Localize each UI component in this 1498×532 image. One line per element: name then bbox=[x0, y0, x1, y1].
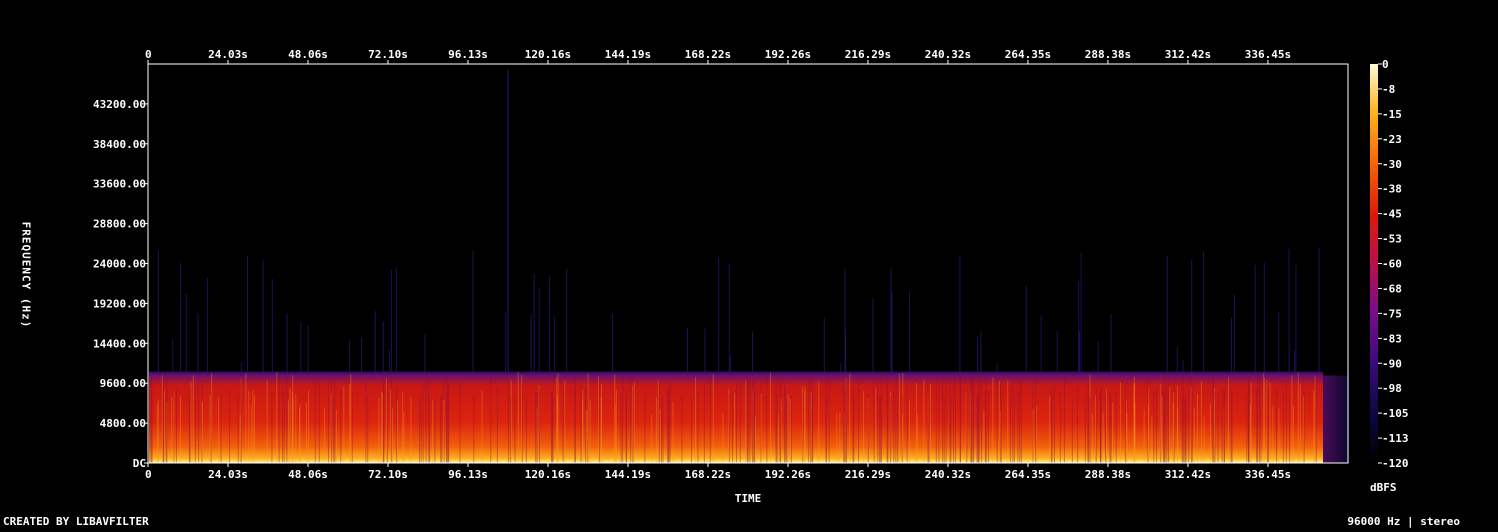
colorbar-tick-label: -53 bbox=[1382, 233, 1402, 246]
x-tick-label-bottom: 216.29s bbox=[845, 468, 891, 481]
colorbar-tick-label: -8 bbox=[1382, 83, 1395, 96]
y-tick-label: 19200.00 bbox=[93, 297, 146, 310]
sample-rate-info: 96000 Hz | stereo bbox=[1347, 515, 1460, 528]
y-tick-label: DC bbox=[133, 457, 146, 470]
x-tick-label-top: 0 bbox=[145, 48, 152, 61]
y-tick-label: 43200.00 bbox=[93, 98, 146, 111]
colorbar-tick-label: -113 bbox=[1382, 432, 1409, 445]
x-tick-label-bottom: 120.16s bbox=[525, 468, 571, 481]
y-tick-label: 9600.00 bbox=[100, 377, 146, 390]
x-tick-label-bottom: 336.45s bbox=[1245, 468, 1291, 481]
x-tick-label-top: 288.38s bbox=[1085, 48, 1131, 61]
x-tick-label-bottom: 312.42s bbox=[1165, 468, 1211, 481]
x-tick-label-bottom: 240.32s bbox=[925, 468, 971, 481]
colorbar-tick-label: -83 bbox=[1382, 332, 1402, 345]
colorbar-tick-label: -30 bbox=[1382, 158, 1402, 171]
colorbar-tick-label: -15 bbox=[1382, 108, 1402, 121]
x-tick-label-top: 96.13s bbox=[448, 48, 488, 61]
x-tick-label-bottom: 144.19s bbox=[605, 468, 651, 481]
x-tick-label-bottom: 72.10s bbox=[368, 468, 408, 481]
x-tick-label-top: 192.26s bbox=[765, 48, 811, 61]
x-tick-label-top: 120.16s bbox=[525, 48, 571, 61]
colorbar-tick-label: -98 bbox=[1382, 382, 1402, 395]
x-tick-label-top: 144.19s bbox=[605, 48, 651, 61]
y-tick-label: 24000.00 bbox=[93, 258, 146, 271]
x-tick-label-top: 168.22s bbox=[685, 48, 731, 61]
x-tick-label-top: 72.10s bbox=[368, 48, 408, 61]
colorbar-tick-label: -38 bbox=[1382, 183, 1402, 196]
colorbar-tick-label: -60 bbox=[1382, 258, 1402, 271]
colorbar-tick-label: -68 bbox=[1382, 282, 1402, 295]
x-tick-label-bottom: 48.06s bbox=[288, 468, 328, 481]
x-tick-label-bottom: 288.38s bbox=[1085, 468, 1131, 481]
colorbar-tick-label: -105 bbox=[1382, 407, 1409, 420]
x-tick-label-top: 240.32s bbox=[925, 48, 971, 61]
colorbar-tick-label: -23 bbox=[1382, 133, 1402, 146]
colorbar-unit-label: dBFS bbox=[1370, 481, 1397, 494]
x-tick-label-bottom: 168.22s bbox=[685, 468, 731, 481]
x-tick-label-top: 24.03s bbox=[208, 48, 248, 61]
colorbar-tick-label: 0 bbox=[1382, 58, 1389, 71]
x-tick-label-top: 216.29s bbox=[845, 48, 891, 61]
y-tick-label: 33600.00 bbox=[93, 178, 146, 191]
x-tick-label-top: 336.45s bbox=[1245, 48, 1291, 61]
y-tick-label: 38400.00 bbox=[93, 138, 146, 151]
x-tick-label-top: 312.42s bbox=[1165, 48, 1211, 61]
colorbar: 0 -8 -15 -23 -30 -38 -45 -53 -60 -68 -75 -83 -90 -98 -… bbox=[1370, 58, 1409, 470]
colorbar-tick-label: -120 bbox=[1382, 457, 1409, 470]
x-tick-label-bottom: 96.13s bbox=[448, 468, 488, 481]
colorbar-tick-label: -90 bbox=[1382, 357, 1402, 370]
plot-content bbox=[148, 64, 1350, 463]
y-tick-label: 28800.00 bbox=[93, 218, 146, 231]
x-tick-label-top: 48.06s bbox=[288, 48, 328, 61]
x-axis-label: TIME bbox=[734, 492, 762, 505]
y-tick-label: 14400.00 bbox=[93, 337, 146, 350]
y-axis-label: FREQUENCY (Hz) bbox=[19, 221, 33, 329]
x-tick-label-top: 264.35s bbox=[1005, 48, 1051, 61]
spectral-fade-out bbox=[1323, 375, 1350, 463]
colorbar-tick-label: -75 bbox=[1382, 307, 1402, 320]
credit-text: CREATED BY LIBAVFILTER bbox=[3, 515, 149, 528]
x-tick-label-bottom: 264.35s bbox=[1005, 468, 1051, 481]
spectrogram-figure: 0 0 24.03s 24.03s 48.06s 48.06s 72.10s 72.10s 96… bbox=[0, 0, 1498, 528]
y-tick-label: 4800.00 bbox=[100, 417, 146, 430]
colorbar-tick-label: -45 bbox=[1382, 208, 1402, 221]
spectrogram-svg: 0 0 24.03s 24.03s 48.06s 48.06s 72.10s 72.10s 96… bbox=[93, 48, 1409, 481]
x-tick-label-bottom: 24.03s bbox=[208, 468, 248, 481]
colorbar-gradient bbox=[1370, 64, 1378, 463]
x-tick-label-bottom: 192.26s bbox=[765, 468, 811, 481]
